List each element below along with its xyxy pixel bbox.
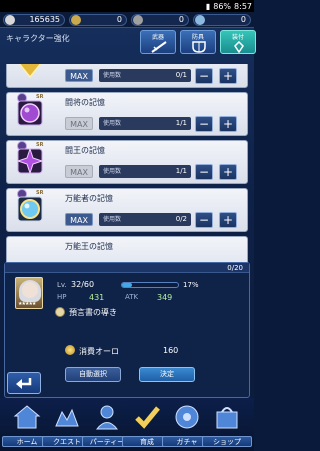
memory-name: 闘王の記憶 (65, 146, 105, 155)
atk-value: 349 (157, 293, 173, 302)
gold-gem-icon (15, 64, 45, 80)
battery-level: 86% (213, 1, 232, 11)
training-icon (132, 402, 162, 432)
clock: 8:57 (234, 1, 252, 11)
sword-icon (149, 40, 169, 53)
gil-counter: 165635 (3, 13, 65, 26)
plus-button[interactable]: + (219, 164, 237, 180)
auto-select-button[interactable]: 自動選択 (65, 367, 121, 382)
ticket-value: 0 (240, 15, 246, 24)
memory-name: 万能者の記憶 (65, 194, 113, 203)
cost-value: 160 (163, 346, 179, 355)
memory-name: 万能王の記憶 (65, 242, 113, 251)
level-progress-fill (122, 283, 132, 287)
rarity-stars: ★★★★★ (18, 301, 36, 307)
home-icon (12, 402, 42, 432)
resource-bar: 165635 0 0 0 (0, 12, 254, 28)
gem-icon (71, 14, 81, 25)
purple-orb-icon (15, 98, 45, 128)
hp-label: HP (57, 293, 67, 301)
gil-coin-icon (5, 14, 15, 25)
nav-shop-label: ショップ (202, 436, 252, 447)
use-count-label: 使用数 (103, 168, 122, 175)
minus-button[interactable]: − (195, 212, 213, 228)
max-button[interactable]: MAX (65, 69, 93, 82)
use-count: 1/1 (175, 119, 187, 127)
atk-label: ATK (125, 293, 139, 301)
plus-button[interactable]: + (219, 116, 237, 132)
tab-armor[interactable]: 防具 (180, 30, 216, 54)
nav-shop[interactable]: ショップ (202, 398, 252, 451)
memory-name: 闘将の記憶 (65, 98, 105, 107)
aurum-coin-icon (65, 345, 75, 355)
purple-star-gem-icon (15, 146, 45, 176)
confirm-button[interactable]: 決定 (139, 367, 195, 382)
minus-button[interactable]: − (195, 164, 213, 180)
paid-gem-icon (133, 14, 143, 25)
memory-item: SR 闘王の記憶 MAX 使用数 1/1 − + (6, 140, 248, 184)
party-icon (92, 402, 122, 432)
max-button[interactable]: MAX (65, 117, 93, 130)
plus-button[interactable]: + (219, 212, 237, 228)
use-count-label: 使用数 (103, 120, 122, 127)
armor-icon (189, 40, 209, 53)
minus-button[interactable]: − (195, 68, 213, 84)
memory-item: MAX 使用数 0/1 − + (6, 64, 248, 88)
level-label: Lv. (57, 281, 67, 289)
skill-name: 預言書の導き (69, 308, 117, 317)
quest-icon (52, 402, 82, 432)
level-max: 60 (83, 280, 95, 289)
accessory-icon (229, 40, 249, 53)
paid-gem-value: 0 (178, 15, 184, 24)
use-count: 0/1 (175, 71, 187, 79)
use-count-label: 使用数 (103, 72, 122, 79)
use-count-label: 使用数 (103, 216, 122, 223)
shop-icon (212, 402, 242, 432)
use-count: 0/2 (175, 215, 187, 223)
tab-accessory[interactable]: 装付 (220, 30, 256, 54)
character-portrait[interactable]: ★★★★★ (15, 277, 43, 309)
level-percent: 17% (183, 281, 199, 289)
panel-header (5, 263, 249, 273)
max-button[interactable]: MAX (65, 213, 93, 226)
page-title: キャラクター強化 (6, 34, 70, 43)
bottom-nav: ホーム クエスト パーティー 育成 ガチャ ショップ (0, 398, 254, 451)
hp-value: 431 (89, 293, 105, 302)
minus-button[interactable]: − (195, 116, 213, 132)
memory-item: 万能王の記憶 (6, 236, 248, 264)
signal-icon: ▮ (205, 1, 211, 11)
selected-count: 0/20 (227, 264, 243, 272)
use-count-bar: 使用数 0/1 (99, 69, 191, 82)
plus-button[interactable]: + (219, 68, 237, 84)
cost-label: 消費オーロ (79, 347, 119, 356)
level-current: 32 (71, 280, 82, 289)
rainbow-orb-icon (15, 194, 45, 224)
skill-icon (55, 307, 65, 317)
paid-gem-counter: 0 (131, 13, 189, 26)
use-count-bar: 使用数 0/2 (99, 213, 191, 226)
memory-list: MAX 使用数 0/1 − + SR 闘将の記憶 MAX 使用数 1/1 − + S… (0, 64, 254, 264)
use-count-bar: 使用数 1/1 (99, 165, 191, 178)
ticket-icon (195, 14, 205, 25)
gacha-icon (172, 402, 202, 432)
back-arrow-icon (16, 378, 32, 389)
level-value: 32/60 (71, 280, 95, 289)
title-bar: キャラクター強化 武器 防具 装付 (0, 28, 256, 54)
level-progress-bar (121, 282, 179, 288)
portrait-face (22, 282, 38, 298)
tab-weapon[interactable]: 武器 (140, 30, 176, 54)
gem-value: 0 (116, 15, 122, 24)
memory-item: SR 闘将の記憶 MAX 使用数 1/1 − + (6, 92, 248, 136)
back-button[interactable] (7, 372, 41, 394)
gil-value: 165635 (29, 15, 60, 24)
status-bar: ▮ 86% 8:57 (0, 0, 254, 12)
use-count: 1/1 (175, 167, 187, 175)
gem-counter: 0 (69, 13, 127, 26)
use-count-bar: 使用数 1/1 (99, 117, 191, 130)
max-button[interactable]: MAX (65, 165, 93, 178)
memory-item: SR 万能者の記憶 MAX 使用数 0/2 − + (6, 188, 248, 232)
ticket-counter: 0 (193, 13, 251, 26)
